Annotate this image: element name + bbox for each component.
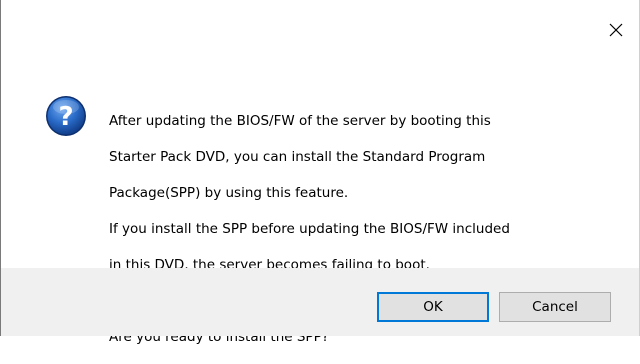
message-line: After updating the BIOS/FW of the server… (109, 113, 491, 129)
question-icon: ? (46, 96, 86, 136)
title-bar (1, 0, 639, 60)
svg-text:?: ? (58, 102, 73, 132)
cancel-button[interactable]: Cancel (499, 292, 611, 322)
message-line: If you install the SPP before updating t… (109, 221, 510, 237)
message-line: Starter Pack DVD, you can install the St… (109, 149, 486, 165)
message-line: Package(SPP) by using this feature. (109, 185, 349, 201)
message-dialog: ? After updating the BIOS/FW of the serv… (0, 0, 640, 345)
ok-button[interactable]: OK (377, 292, 489, 322)
dialog-content: ? After updating the BIOS/FW of the serv… (1, 60, 639, 345)
button-bar: OK Cancel (1, 268, 639, 336)
close-icon (609, 23, 623, 37)
close-button[interactable] (593, 0, 639, 60)
